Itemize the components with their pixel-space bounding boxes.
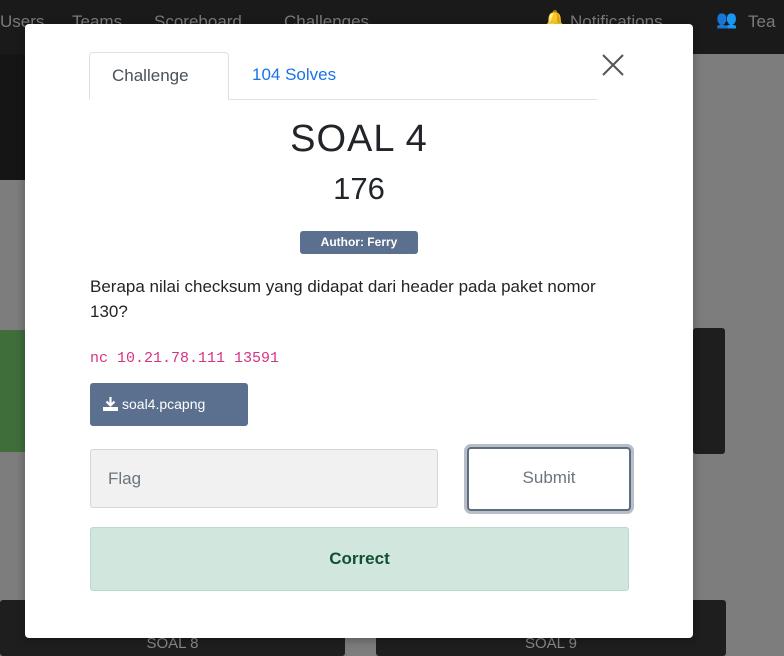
challenge-modal: Challenge 104 Solves SOAL 4 176 Author: … — [25, 24, 693, 638]
result-alert: Correct — [90, 527, 629, 591]
file-download-button[interactable]: soal4.pcapng — [90, 383, 248, 426]
close-button[interactable] — [599, 51, 629, 81]
background-challenge-tile — [693, 328, 725, 454]
tab-solves[interactable]: 104 Solves — [230, 52, 358, 98]
connection-info: nc 10.21.78.111 13591 — [90, 350, 280, 367]
challenge-title: SOAL 4 — [290, 118, 428, 160]
background-header-band — [0, 54, 25, 180]
flag-input[interactable] — [90, 449, 438, 508]
challenge-tabs: Challenge 104 Solves — [89, 52, 597, 100]
nav-link-team[interactable]: Tea — [748, 12, 775, 32]
users-icon: 👥 — [716, 10, 738, 29]
tab-challenge[interactable]: Challenge — [89, 52, 229, 100]
author-badge: Author: Ferry — [300, 231, 418, 254]
challenge-points: 176 — [333, 171, 385, 206]
background-solved-tile — [0, 330, 25, 452]
close-icon — [602, 54, 624, 76]
download-icon — [103, 397, 118, 411]
file-name: soal4.pcapng — [122, 396, 206, 412]
submit-button[interactable]: Submit — [467, 447, 631, 511]
challenge-description: Berapa nilai checksum yang didapat dari … — [90, 277, 596, 321]
